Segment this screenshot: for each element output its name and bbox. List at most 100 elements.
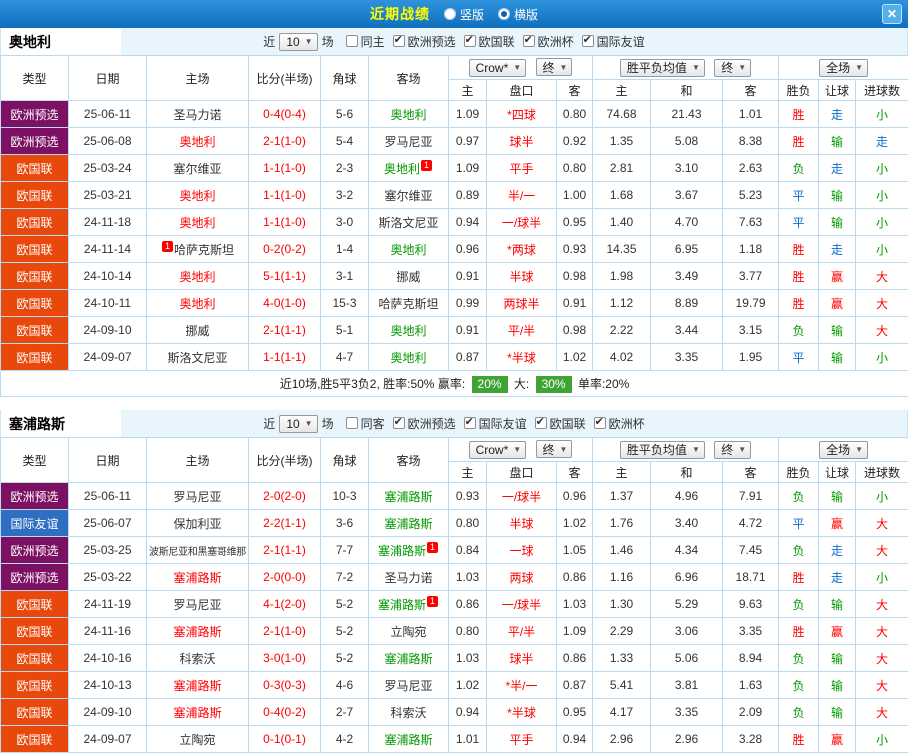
cell-type[interactable]: 欧国联 [1,236,69,263]
avg-time-value: 终 [721,441,733,458]
cell-type[interactable]: 欧国联 [1,591,69,618]
avg-time-select[interactable]: 终▼ [714,441,751,459]
col-header-away: 客场 [369,56,449,101]
scope-select[interactable]: 全场▼ [819,441,868,459]
radio-label: 竖版 [460,6,484,23]
cell-result: 胜 [779,290,819,317]
cell-type[interactable]: 国际友谊 [1,510,69,537]
cell-type[interactable]: 欧洲预选 [1,483,69,510]
avg-header-cell: 胜平负均值▼ 终▼ [593,438,779,462]
match-count-select[interactable]: 10 ▼ [279,33,317,51]
cell-odds-line: 一球 [487,537,557,564]
cell-home: 罗马尼亚 [147,591,249,618]
cell-avg-away: 1.01 [723,101,779,128]
filter-checkbox[interactable]: 欧洲预选 [393,33,456,50]
away-team-name: 哈萨克斯坦 [378,297,438,311]
odds-time-select[interactable]: 终▼ [536,58,573,76]
home-team-name: 塞浦路斯 [173,706,221,720]
match-count-select[interactable]: 10 ▼ [279,415,317,433]
away-team-name: 塞浦路斯 [384,517,432,531]
cell-odds-line: *四球 [487,101,557,128]
checkbox-label: 欧洲杯 [538,33,574,50]
filter-checkbox[interactable]: 欧国联 [464,33,515,50]
cell-corner: 3-0 [321,209,369,236]
away-team-name: 塞浦路斯 [378,544,426,558]
cell-type[interactable]: 欧国联 [1,290,69,317]
away-team-name: 奥地利 [390,108,426,122]
summary-win-badge: 20% [472,376,508,393]
cell-home: 塞尔维亚 [147,155,249,182]
away-team-name: 挪威 [396,270,420,284]
scope-value: 全场 [826,441,850,458]
cell-handicap: 走 [819,236,856,263]
filter-checkbox[interactable]: 同客 [346,415,385,432]
cell-score: 1-1(1-0) [249,155,321,182]
cell-type[interactable]: 欧国联 [1,645,69,672]
cell-date: 24-09-07 [69,726,147,753]
cell-type[interactable]: 欧国联 [1,699,69,726]
away-team-name: 立陶宛 [390,625,426,639]
cell-type[interactable]: 欧国联 [1,263,69,290]
cell-handicap: 赢 [819,726,856,753]
col-header-corner: 角球 [321,438,369,483]
odds-source-select[interactable]: Crow*▼ [469,59,527,77]
cell-odds-line: 两球半 [487,290,557,317]
match-row: 欧国联24-10-13塞浦路斯0-3(0-3)4-6罗马尼亚1.02*半/一0.… [1,672,908,699]
filter-checkbox[interactable]: 国际友谊 [582,33,645,50]
cell-type[interactable]: 欧国联 [1,672,69,699]
cell-odds-away: 0.87 [557,672,593,699]
odds-time-select[interactable]: 终▼ [536,440,573,458]
avg-type-select[interactable]: 胜平负均值▼ [620,59,705,77]
filter-checkbox[interactable]: 欧洲杯 [594,415,645,432]
layout-radio-vertical[interactable]: 竖版 [444,6,484,23]
cell-avg-away: 1.18 [723,236,779,263]
odds-source-select[interactable]: Crow*▼ [469,441,527,459]
cell-avg-draw: 3.49 [651,263,723,290]
cell-odds-away: 0.86 [557,645,593,672]
avg-type-select[interactable]: 胜平负均值▼ [620,441,705,459]
cell-type[interactable]: 欧国联 [1,618,69,645]
cell-odds-home: 0.94 [449,209,487,236]
cell-odds-home: 1.03 [449,564,487,591]
cell-type[interactable]: 欧国联 [1,726,69,753]
close-icon[interactable]: ✕ [882,4,902,24]
home-team-name: 奥地利 [179,270,215,284]
layout-radio-horizontal[interactable]: 横版 [498,6,538,23]
cell-type[interactable]: 欧洲预选 [1,128,69,155]
filter-checkbox[interactable]: 国际友谊 [464,415,527,432]
cell-type[interactable]: 欧国联 [1,182,69,209]
cell-handicap: 走 [819,101,856,128]
cell-type[interactable]: 欧国联 [1,209,69,236]
cell-avg-draw: 5.29 [651,591,723,618]
cell-type[interactable]: 欧国联 [1,155,69,182]
cell-handicap: 走 [819,564,856,591]
avg-time-select[interactable]: 终▼ [714,59,751,77]
filter-checkbox[interactable]: 同主 [346,33,385,50]
cell-type[interactable]: 欧国联 [1,317,69,344]
home-team-name: 挪威 [185,324,209,338]
scope-select[interactable]: 全场▼ [819,59,868,77]
home-team-name: 塞浦路斯 [173,625,221,639]
cell-away: 挪威 [369,263,449,290]
cell-home: 塞浦路斯 [147,672,249,699]
summary-row: 近10场,胜5平3负2, 胜率:50% 赢率: 20% 大: 30% 单率:20… [1,371,908,397]
col-header-odds-home: 主 [449,462,487,483]
col-header-type: 类型 [1,56,69,101]
filter-checkbox[interactable]: 欧洲杯 [523,33,574,50]
checkbox-icon [346,35,358,47]
matches-table: 类型 日期 主场 比分(半场) 角球 客场 Crow*▼ 终▼ 胜平负均值▼ 终… [0,437,908,753]
cell-type[interactable]: 欧国联 [1,344,69,371]
cell-date: 25-03-22 [69,564,147,591]
summary-big-badge: 30% [536,376,572,393]
cell-corner: 1-4 [321,236,369,263]
cell-odds-away: 1.09 [557,618,593,645]
summary-big-label: 大: [514,377,529,391]
match-row: 欧国联24-09-10塞浦路斯0-4(0-2)2-7科索沃0.94*半球0.95… [1,699,908,726]
cell-type[interactable]: 欧洲预选 [1,101,69,128]
cell-handicap: 赢 [819,290,856,317]
cell-type[interactable]: 欧洲预选 [1,564,69,591]
filter-checkbox[interactable]: 欧洲预选 [393,415,456,432]
filter-checkbox[interactable]: 欧国联 [535,415,586,432]
cell-avg-home: 1.46 [593,537,651,564]
cell-type[interactable]: 欧洲预选 [1,537,69,564]
